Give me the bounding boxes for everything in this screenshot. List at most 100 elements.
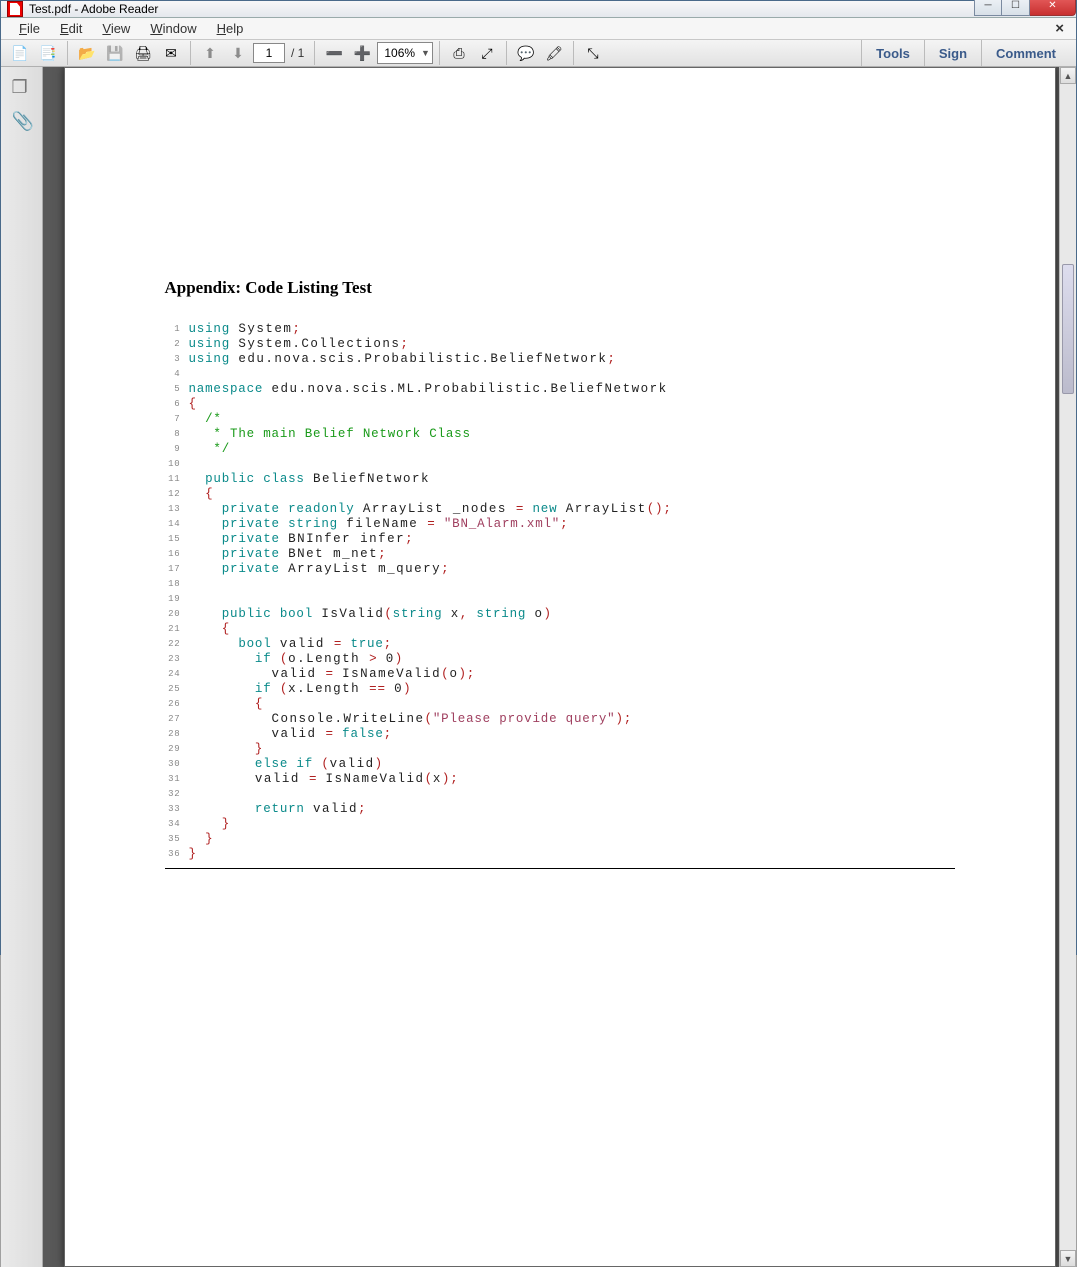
content-area: ❐ 📎 Appendix: Code Listing Test 1using S… xyxy=(1,67,1076,1267)
line-number: 18 xyxy=(165,577,189,592)
code-text: } xyxy=(189,832,955,847)
panel-sign[interactable]: Sign xyxy=(924,40,981,66)
maximize-button[interactable]: ☐ xyxy=(1002,0,1030,16)
zoom-in-icon[interactable]: ➕ xyxy=(349,40,375,66)
pdf-page: Appendix: Code Listing Test 1using Syste… xyxy=(64,67,1056,1267)
zoom-select[interactable]: 106% ▼ xyxy=(377,42,433,64)
line-number: 9 xyxy=(165,442,189,457)
app-window: Test.pdf - Adobe Reader ─ ☐ ✕ File Edit … xyxy=(0,0,1077,955)
line-number: 27 xyxy=(165,712,189,727)
menu-help[interactable]: Help xyxy=(207,18,254,39)
print-icon[interactable]: 🖨 xyxy=(130,40,156,66)
line-number: 23 xyxy=(165,652,189,667)
close-document-icon[interactable]: × xyxy=(1051,20,1068,37)
line-number: 11 xyxy=(165,472,189,487)
code-line: 26 { xyxy=(165,697,955,712)
line-number: 12 xyxy=(165,487,189,502)
menu-edit[interactable]: Edit xyxy=(50,18,92,39)
minimize-button[interactable]: ─ xyxy=(974,0,1002,16)
code-line: 20 public bool IsValid(string x, string … xyxy=(165,607,955,622)
code-text xyxy=(189,577,955,592)
code-text: public class BeliefNetwork xyxy=(189,472,955,487)
close-button[interactable]: ✕ xyxy=(1030,0,1076,16)
code-line: 28 valid = false; xyxy=(165,727,955,742)
scroll-up-icon[interactable]: ▲ xyxy=(1060,67,1076,84)
page-down-icon[interactable]: ⬇ xyxy=(225,40,251,66)
code-text: { xyxy=(189,622,955,637)
code-text: valid = false; xyxy=(189,727,955,742)
menu-window[interactable]: Window xyxy=(140,18,206,39)
code-text: namespace edu.nova.scis.ML.Probabilistic… xyxy=(189,382,955,397)
open-icon[interactable]: 📂 xyxy=(74,40,100,66)
export-pdf-icon[interactable]: 📄 xyxy=(7,40,33,66)
separator xyxy=(67,41,68,65)
code-text: if (x.Length == 0) xyxy=(189,682,955,697)
line-number: 7 xyxy=(165,412,189,427)
line-number: 35 xyxy=(165,832,189,847)
scroll-down-icon[interactable]: ▼ xyxy=(1060,1250,1076,1267)
code-text: } xyxy=(189,817,955,832)
page-number-input[interactable] xyxy=(253,43,285,63)
document-viewport[interactable]: Appendix: Code Listing Test 1using Syste… xyxy=(43,67,1076,1267)
scroll-thumb[interactable] xyxy=(1062,264,1074,394)
line-number: 3 xyxy=(165,352,189,367)
menu-view[interactable]: View xyxy=(92,18,140,39)
thumbnails-icon[interactable]: ❐ xyxy=(12,77,32,97)
page-up-icon[interactable]: ⬆ xyxy=(197,40,223,66)
code-line: 5namespace edu.nova.scis.ML.Probabilisti… xyxy=(165,382,955,397)
code-line: 23 if (o.Length > 0) xyxy=(165,652,955,667)
vertical-scrollbar[interactable]: ▲ ▼ xyxy=(1059,67,1076,1267)
code-text: { xyxy=(189,397,955,412)
line-number: 30 xyxy=(165,757,189,772)
code-text: private ArrayList m_query; xyxy=(189,562,955,577)
code-line: 35 } xyxy=(165,832,955,847)
code-text: */ xyxy=(189,442,955,457)
read-mode-icon[interactable]: ⤡ xyxy=(580,40,606,66)
code-text: { xyxy=(189,487,955,502)
code-text: private readonly ArrayList _nodes = new … xyxy=(189,502,955,517)
code-text: using System; xyxy=(189,322,955,337)
sticky-note-icon[interactable]: 💬 xyxy=(513,40,539,66)
highlight-icon[interactable]: 🖍 xyxy=(541,40,567,66)
line-number: 20 xyxy=(165,607,189,622)
fit-page-icon[interactable]: ⎙ xyxy=(446,40,472,66)
zoom-out-icon[interactable]: ➖ xyxy=(321,40,347,66)
code-text: return valid; xyxy=(189,802,955,817)
window-title: Test.pdf - Adobe Reader xyxy=(29,2,158,16)
email-icon[interactable]: ✉ xyxy=(158,40,184,66)
code-line: 27 Console.WriteLine("Please provide que… xyxy=(165,712,955,727)
line-number: 24 xyxy=(165,667,189,682)
zoom-value: 106% xyxy=(384,46,415,60)
code-line: 6{ xyxy=(165,397,955,412)
line-number: 14 xyxy=(165,517,189,532)
code-text: valid = IsNameValid(x); xyxy=(189,772,955,787)
line-number: 17 xyxy=(165,562,189,577)
menu-file[interactable]: File xyxy=(9,18,50,39)
attachments-icon[interactable]: 📎 xyxy=(12,111,32,131)
code-line: 13 private readonly ArrayList _nodes = n… xyxy=(165,502,955,517)
save-icon[interactable]: 💾 xyxy=(102,40,128,66)
code-text xyxy=(189,457,955,472)
code-text xyxy=(189,787,955,802)
line-number: 15 xyxy=(165,532,189,547)
line-number: 4 xyxy=(165,367,189,382)
panel-tools[interactable]: Tools xyxy=(861,40,924,66)
create-pdf-icon[interactable]: 📑 xyxy=(35,40,61,66)
code-line: 7 /* xyxy=(165,412,955,427)
code-line: 17 private ArrayList m_query; xyxy=(165,562,955,577)
code-line: 8 * The main Belief Network Class xyxy=(165,427,955,442)
navigation-pane: ❐ 📎 xyxy=(1,67,43,1267)
code-text: } xyxy=(189,742,955,757)
code-line: 3using edu.nova.scis.Probabilistic.Belie… xyxy=(165,352,955,367)
line-number: 22 xyxy=(165,637,189,652)
code-text: /* xyxy=(189,412,955,427)
fit-width-icon[interactable]: ⤢ xyxy=(474,40,500,66)
line-number: 10 xyxy=(165,457,189,472)
titlebar[interactable]: Test.pdf - Adobe Reader ─ ☐ ✕ xyxy=(1,1,1076,18)
scroll-track[interactable] xyxy=(1060,84,1076,1250)
code-line: 22 bool valid = true; xyxy=(165,637,955,652)
code-text: } xyxy=(189,847,955,862)
line-number: 16 xyxy=(165,547,189,562)
panel-comment[interactable]: Comment xyxy=(981,40,1070,66)
line-number: 34 xyxy=(165,817,189,832)
